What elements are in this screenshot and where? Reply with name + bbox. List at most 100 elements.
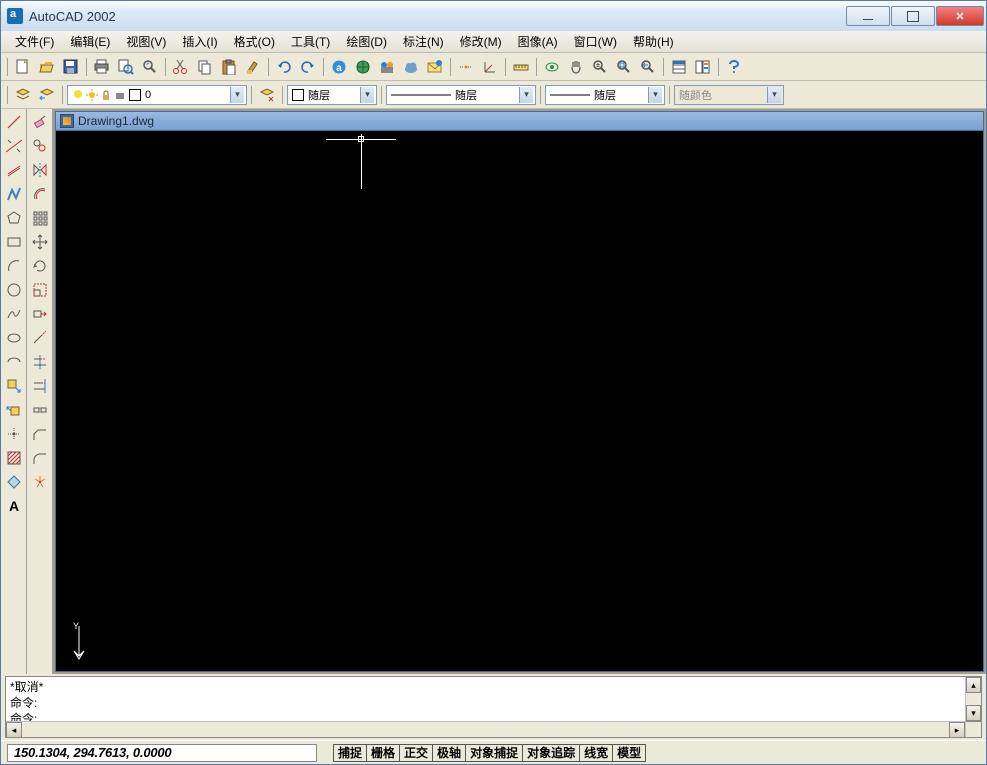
scroll-up-button[interactable]: ▴ bbox=[966, 677, 981, 693]
scroll-right-button[interactable]: ▸ bbox=[949, 722, 965, 738]
layer-combo[interactable]: 0 bbox=[67, 85, 247, 105]
ellipsearc-button[interactable] bbox=[3, 351, 25, 373]
distance-button[interactable] bbox=[510, 56, 532, 78]
paste-button[interactable] bbox=[218, 56, 240, 78]
grid-toggle[interactable]: 栅格 bbox=[366, 744, 399, 762]
dropdown-icon[interactable] bbox=[230, 87, 244, 103]
color-select-combo[interactable]: 随层 bbox=[287, 85, 377, 105]
document-titlebar[interactable]: Drawing1.dwg bbox=[55, 111, 984, 131]
menu-insert[interactable]: 插入(I) bbox=[174, 30, 225, 53]
meetnow-button[interactable] bbox=[376, 56, 398, 78]
redo-button[interactable] bbox=[297, 56, 319, 78]
new-button[interactable] bbox=[12, 56, 34, 78]
extend-button[interactable] bbox=[29, 375, 51, 397]
polygon-button[interactable] bbox=[3, 207, 25, 229]
command-window[interactable]: *取消* 命令: 命令: ◂ ▸ ▴ ▾ bbox=[5, 676, 982, 738]
scroll-track[interactable] bbox=[22, 722, 949, 737]
dropdown-icon[interactable] bbox=[519, 87, 533, 103]
command-text[interactable]: *取消* 命令: 命令: bbox=[6, 677, 965, 721]
save-button[interactable] bbox=[60, 56, 82, 78]
mirror-button[interactable] bbox=[29, 159, 51, 181]
hatch-button[interactable] bbox=[3, 447, 25, 469]
chamfer-button[interactable] bbox=[29, 423, 51, 445]
tracking-button[interactable] bbox=[455, 56, 477, 78]
undo-button[interactable] bbox=[273, 56, 295, 78]
coordinates-display[interactable]: 150.1304, 294.7613, 0.0000 bbox=[7, 744, 317, 762]
block-button[interactable] bbox=[3, 399, 25, 421]
help-button[interactable] bbox=[723, 56, 745, 78]
vscroll-track[interactable] bbox=[966, 693, 981, 705]
point-button[interactable] bbox=[3, 423, 25, 445]
copy-obj-button[interactable] bbox=[29, 135, 51, 157]
menu-edit[interactable]: 编辑(E) bbox=[62, 30, 118, 53]
snap-toggle[interactable]: 捕捉 bbox=[333, 744, 366, 762]
arc-button[interactable] bbox=[3, 255, 25, 277]
rotate-button[interactable] bbox=[29, 255, 51, 277]
menu-help[interactable]: 帮助(H) bbox=[625, 30, 682, 53]
redraw-button[interactable] bbox=[541, 56, 563, 78]
array-button[interactable] bbox=[29, 207, 51, 229]
insert-button[interactable] bbox=[3, 375, 25, 397]
pline-button[interactable] bbox=[3, 183, 25, 205]
scroll-left-button[interactable]: ◂ bbox=[6, 722, 22, 738]
today-button[interactable]: a bbox=[328, 56, 350, 78]
pointa-button[interactable] bbox=[352, 56, 374, 78]
circle-button[interactable] bbox=[3, 279, 25, 301]
lineweight-combo[interactable]: 随层 bbox=[545, 85, 665, 105]
dropdown-icon[interactable] bbox=[360, 87, 374, 103]
region-button[interactable] bbox=[3, 471, 25, 493]
trim-button[interactable] bbox=[29, 351, 51, 373]
zoom-window-button[interactable] bbox=[613, 56, 635, 78]
pan-button[interactable] bbox=[565, 56, 587, 78]
menu-modify[interactable]: 修改(M) bbox=[452, 30, 510, 53]
spline-button[interactable] bbox=[3, 303, 25, 325]
open-button[interactable] bbox=[36, 56, 58, 78]
model-toggle[interactable]: 模型 bbox=[612, 744, 646, 762]
lwt-toggle[interactable]: 线宽 bbox=[579, 744, 612, 762]
erase-button[interactable] bbox=[29, 111, 51, 133]
otrack-toggle[interactable]: 对象追踪 bbox=[522, 744, 579, 762]
find-button[interactable] bbox=[139, 56, 161, 78]
zoom-realtime-button[interactable]: ± bbox=[589, 56, 611, 78]
layerprev-button[interactable] bbox=[36, 84, 58, 106]
menu-dimension[interactable]: 标注(N) bbox=[395, 30, 452, 53]
menu-view[interactable]: 视图(V) bbox=[118, 30, 174, 53]
drawing-canvas[interactable]: Y bbox=[55, 131, 984, 672]
menu-draw[interactable]: 绘图(D) bbox=[338, 30, 395, 53]
publish-button[interactable] bbox=[400, 56, 422, 78]
lengthen-button[interactable] bbox=[29, 327, 51, 349]
print-preview-button[interactable] bbox=[115, 56, 137, 78]
break-button[interactable] bbox=[29, 399, 51, 421]
linetype-combo[interactable]: 随层 bbox=[386, 85, 536, 105]
minimize-button[interactable] bbox=[846, 6, 890, 26]
scale-button[interactable] bbox=[29, 279, 51, 301]
menu-tools[interactable]: 工具(T) bbox=[283, 30, 338, 53]
line-button[interactable] bbox=[3, 111, 25, 133]
ellipse-button[interactable] bbox=[3, 327, 25, 349]
menu-window[interactable]: 窗口(W) bbox=[566, 30, 625, 53]
xline-button[interactable] bbox=[3, 135, 25, 157]
text-button[interactable]: A bbox=[3, 495, 25, 517]
copy-button[interactable] bbox=[194, 56, 216, 78]
properties-button[interactable] bbox=[668, 56, 690, 78]
cut-button[interactable] bbox=[170, 56, 192, 78]
scroll-down-button[interactable]: ▾ bbox=[966, 705, 981, 721]
cmd-vscroll[interactable]: ▴ ▾ bbox=[965, 677, 981, 737]
ucs-button[interactable] bbox=[479, 56, 501, 78]
explode-button[interactable] bbox=[29, 471, 51, 493]
fillet-button[interactable] bbox=[29, 447, 51, 469]
dropdown-icon[interactable] bbox=[648, 87, 662, 103]
menu-image[interactable]: 图像(A) bbox=[510, 30, 566, 53]
move-button[interactable] bbox=[29, 231, 51, 253]
polar-toggle[interactable]: 极轴 bbox=[432, 744, 465, 762]
print-button[interactable] bbox=[91, 56, 113, 78]
mline-button[interactable] bbox=[3, 159, 25, 181]
cmd-hscroll[interactable]: ◂ ▸ bbox=[6, 721, 965, 737]
close-button[interactable] bbox=[936, 6, 984, 26]
match-properties-button[interactable] bbox=[242, 56, 264, 78]
menu-file[interactable]: 文件(F) bbox=[7, 30, 62, 53]
designcenter-button[interactable] bbox=[692, 56, 714, 78]
makecurrent-button[interactable] bbox=[256, 84, 278, 106]
layers-button[interactable] bbox=[12, 84, 34, 106]
menu-format[interactable]: 格式(O) bbox=[226, 30, 283, 53]
